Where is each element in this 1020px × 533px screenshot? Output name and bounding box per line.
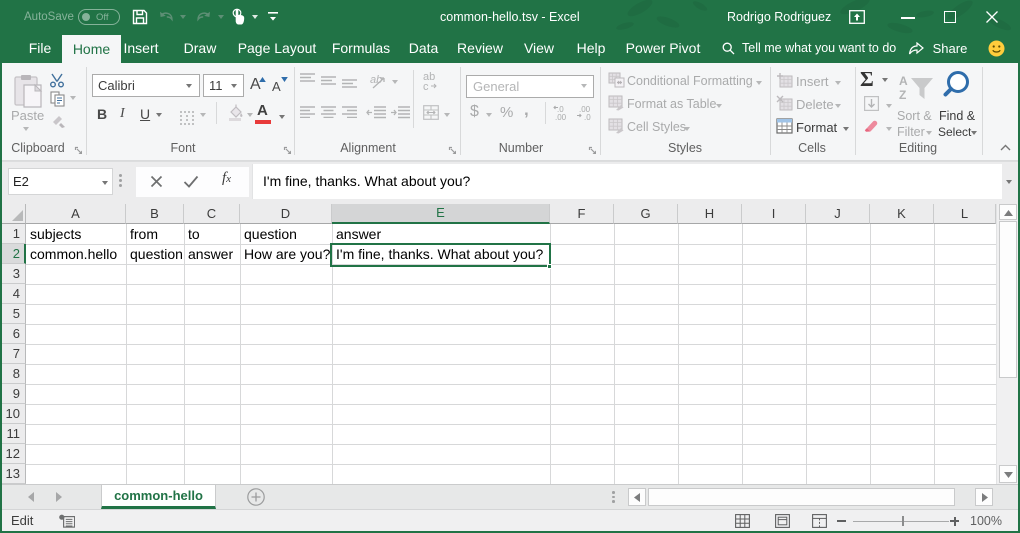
svg-text:c: c: [423, 81, 429, 91]
svg-text:A: A: [899, 74, 908, 88]
svg-text:Z: Z: [899, 88, 906, 101]
svg-text:.0: .0: [584, 113, 591, 121]
svg-text:ab: ab: [370, 74, 382, 86]
svg-text:.00: .00: [555, 113, 567, 121]
